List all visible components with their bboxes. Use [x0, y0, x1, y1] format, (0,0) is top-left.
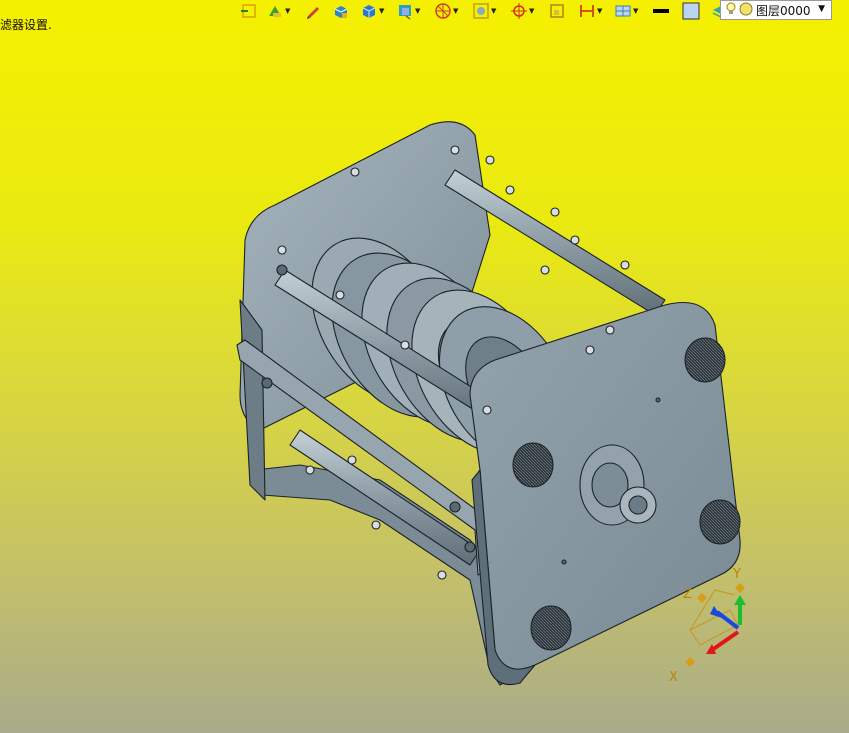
view-toolbar: ▼▼▼▼▼▼▼▼▼ [238, 0, 748, 22]
frame-box-button[interactable] [546, 1, 576, 21]
dropdown-arrow-icon[interactable]: ▼ [285, 7, 290, 15]
x-axis-label: X [669, 670, 678, 685]
mechanism-model[interactable] [236, 121, 741, 686]
dropdown-arrow-icon[interactable]: ▼ [453, 7, 458, 15]
snap-frame-button[interactable]: ▼ [470, 1, 508, 21]
layer-color-dot-icon [736, 2, 753, 19]
dropdown-arrow-icon[interactable]: ▼ [415, 7, 420, 15]
open-part-icon [240, 2, 258, 20]
shaded-box-icon [332, 2, 350, 20]
x-axis-arrow [710, 630, 740, 652]
line-color-button[interactable] [650, 1, 680, 21]
display-grid-icon [614, 2, 632, 20]
wireframe-sphere-button[interactable]: ▼ [432, 1, 470, 21]
dropdown-arrow-icon[interactable]: ▼ [379, 7, 384, 15]
open-part-button[interactable] [238, 1, 264, 21]
pencil-button[interactable] [302, 1, 330, 21]
view-orient-icon [396, 2, 414, 20]
status-message: 滤器设置. [0, 18, 52, 32]
render-style-button[interactable]: ▼ [358, 1, 394, 21]
fill-color-button[interactable] [680, 1, 710, 21]
dropdown-arrow-icon[interactable]: ▼ [597, 7, 602, 15]
crosshair-icon [510, 2, 528, 20]
z-axis-label: Z [683, 587, 692, 602]
line-color-icon [652, 2, 670, 20]
dropdown-arrow-icon[interactable]: ▼ [491, 7, 496, 15]
shaded-box-button[interactable] [330, 1, 358, 21]
render-style-icon [360, 2, 378, 20]
layer-value: 图层0000 [756, 3, 811, 18]
snap-frame-icon [472, 2, 490, 20]
fill-color-icon [682, 2, 700, 20]
dropdown-arrow-icon[interactable]: ▼ [529, 7, 534, 15]
section-icon [578, 2, 596, 20]
3d-viewport[interactable]: Y Z X [0, 0, 849, 733]
view-orient-button[interactable]: ▼ [394, 1, 432, 21]
layer-dropdown[interactable]: 图层0000 ▼ [720, 0, 832, 20]
crosshair-button[interactable]: ▼ [508, 1, 546, 21]
pencil-icon [304, 2, 322, 20]
display-grid-button[interactable]: ▼ [612, 1, 650, 21]
lightbulb-icon [726, 2, 736, 19]
dropdown-arrow-icon[interactable]: ▼ [633, 7, 638, 15]
y-axis-label: Y [732, 567, 741, 582]
frame-box-icon [548, 2, 566, 20]
section-button[interactable]: ▼ [576, 1, 612, 21]
wireframe-sphere-icon [434, 2, 452, 20]
sketch-tools-button[interactable]: ▼ [264, 1, 302, 21]
sketch-tools-icon [266, 2, 284, 20]
chevron-down-icon[interactable]: ▼ [818, 4, 825, 14]
